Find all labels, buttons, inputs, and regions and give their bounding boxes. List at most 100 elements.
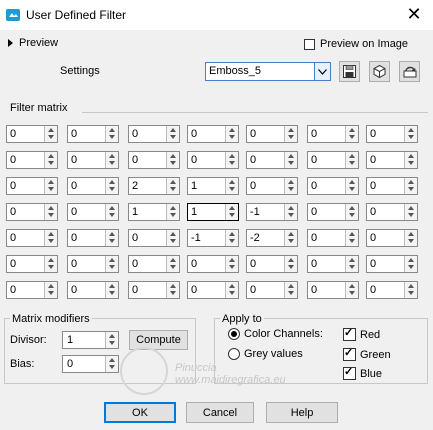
matrix-cell-spinner[interactable] [105, 256, 118, 272]
matrix-cell-r3-c7[interactable]: 0 [366, 177, 418, 195]
matrix-cell-r1-c7[interactable]: 0 [366, 125, 418, 143]
matrix-cell-r1-c1[interactable]: 0 [6, 125, 58, 143]
matrix-cell-spinner[interactable] [105, 282, 118, 298]
bias-field[interactable]: 0 [62, 355, 119, 373]
matrix-cell-spinner[interactable] [166, 126, 179, 142]
matrix-cell-r6-c3[interactable]: 0 [128, 255, 180, 273]
cancel-button[interactable]: Cancel [186, 402, 254, 423]
green-checkbox-box[interactable] [343, 346, 356, 361]
matrix-cell-r3-c6[interactable]: 0 [307, 177, 359, 195]
matrix-cell-spinner[interactable] [225, 126, 238, 142]
settings-dropdown[interactable]: Emboss_5 [205, 62, 331, 81]
matrix-cell-spinner[interactable] [44, 152, 57, 168]
matrix-cell-r3-c5[interactable]: 0 [246, 177, 298, 195]
red-checkbox-box[interactable] [343, 326, 356, 341]
divisor-spinner[interactable] [105, 332, 118, 348]
bias-spinner[interactable] [105, 356, 118, 372]
matrix-cell-r2-c4[interactable]: 0 [187, 151, 239, 169]
matrix-cell-spinner[interactable] [44, 282, 57, 298]
matrix-cell-spinner[interactable] [345, 204, 358, 220]
matrix-cell-spinner[interactable] [225, 230, 238, 246]
matrix-cell-spinner[interactable] [166, 256, 179, 272]
matrix-cell-r7-c6[interactable]: 0 [307, 281, 359, 299]
matrix-cell-r5-c5[interactable]: -2 [246, 229, 298, 247]
matrix-cell-r5-c6[interactable]: 0 [307, 229, 359, 247]
chevron-down-icon[interactable] [314, 63, 330, 80]
matrix-cell-r6-c5[interactable]: 0 [246, 255, 298, 273]
matrix-cell-spinner[interactable] [284, 152, 297, 168]
matrix-cell-r2-c5[interactable]: 0 [246, 151, 298, 169]
matrix-cell-spinner[interactable] [284, 204, 297, 220]
preview-on-image-checkbox[interactable]: Preview on Image [304, 38, 408, 50]
ok-button[interactable]: OK [104, 402, 176, 423]
matrix-cell-spinner[interactable] [404, 230, 417, 246]
matrix-cell-spinner[interactable] [345, 126, 358, 142]
matrix-cell-spinner[interactable] [284, 282, 297, 298]
matrix-cell-spinner[interactable] [225, 204, 238, 220]
help-button[interactable]: Help [266, 402, 338, 423]
matrix-cell-spinner[interactable] [105, 204, 118, 220]
color-channels-radio[interactable]: Color Channels: [228, 328, 323, 340]
matrix-cell-r4-c6[interactable]: 0 [307, 203, 359, 221]
matrix-cell-spinner[interactable] [345, 178, 358, 194]
matrix-cell-r6-c4[interactable]: 0 [187, 255, 239, 273]
matrix-cell-r6-c6[interactable]: 0 [307, 255, 359, 273]
matrix-cell-spinner[interactable] [166, 152, 179, 168]
matrix-cell-spinner[interactable] [284, 256, 297, 272]
matrix-cell-r7-c7[interactable]: 0 [366, 281, 418, 299]
matrix-cell-spinner[interactable] [44, 178, 57, 194]
matrix-cell-r3-c1[interactable]: 0 [6, 177, 58, 195]
matrix-cell-spinner[interactable] [404, 256, 417, 272]
matrix-cell-r2-c3[interactable]: 0 [128, 151, 180, 169]
matrix-cell-r4-c3[interactable]: 1 [128, 203, 180, 221]
matrix-cell-r3-c3[interactable]: 2 [128, 177, 180, 195]
matrix-cell-spinner[interactable] [345, 256, 358, 272]
matrix-cell-r2-c7[interactable]: 0 [366, 151, 418, 169]
matrix-cell-r1-c4[interactable]: 0 [187, 125, 239, 143]
matrix-cell-spinner[interactable] [404, 152, 417, 168]
matrix-cell-r4-c4[interactable]: 1 [187, 203, 239, 221]
matrix-cell-spinner[interactable] [284, 126, 297, 142]
matrix-cell-spinner[interactable] [404, 282, 417, 298]
matrix-cell-r7-c1[interactable]: 0 [6, 281, 58, 299]
matrix-cell-r4-c2[interactable]: 0 [67, 203, 119, 221]
matrix-cell-r5-c3[interactable]: 0 [128, 229, 180, 247]
matrix-cell-r7-c2[interactable]: 0 [67, 281, 119, 299]
green-checkbox[interactable]: Green [343, 346, 391, 361]
matrix-cell-spinner[interactable] [105, 126, 118, 142]
matrix-cell-spinner[interactable] [225, 256, 238, 272]
matrix-cell-spinner[interactable] [166, 230, 179, 246]
matrix-cell-r5-c4[interactable]: -1 [187, 229, 239, 247]
reset-button[interactable] [399, 61, 420, 82]
matrix-cell-spinner[interactable] [166, 204, 179, 220]
matrix-cell-spinner[interactable] [404, 126, 417, 142]
matrix-cell-spinner[interactable] [166, 178, 179, 194]
matrix-cell-spinner[interactable] [345, 152, 358, 168]
matrix-cell-spinner[interactable] [44, 204, 57, 220]
grey-values-radio[interactable]: Grey values [228, 348, 303, 360]
matrix-cell-r4-c5[interactable]: -1 [246, 203, 298, 221]
save-preset-button[interactable] [339, 61, 360, 82]
matrix-cell-r6-c2[interactable]: 0 [67, 255, 119, 273]
matrix-cell-r5-c7[interactable]: 0 [366, 229, 418, 247]
divisor-field[interactable]: 1 [62, 331, 119, 349]
red-checkbox[interactable]: Red [343, 326, 380, 341]
matrix-cell-r1-c5[interactable]: 0 [246, 125, 298, 143]
matrix-cell-r4-c1[interactable]: 0 [6, 203, 58, 221]
matrix-cell-spinner[interactable] [225, 152, 238, 168]
blue-checkbox-box[interactable] [343, 365, 356, 380]
matrix-cell-r2-c6[interactable]: 0 [307, 151, 359, 169]
color-channels-radio-button[interactable] [228, 328, 240, 340]
matrix-cell-spinner[interactable] [105, 230, 118, 246]
matrix-cell-spinner[interactable] [345, 282, 358, 298]
matrix-cell-r1-c2[interactable]: 0 [67, 125, 119, 143]
matrix-cell-r5-c1[interactable]: 0 [6, 229, 58, 247]
matrix-cell-r1-c6[interactable]: 0 [307, 125, 359, 143]
matrix-cell-r3-c4[interactable]: 1 [187, 177, 239, 195]
matrix-cell-spinner[interactable] [105, 178, 118, 194]
preview-toggle[interactable]: Preview [8, 37, 58, 49]
matrix-cell-spinner[interactable] [166, 282, 179, 298]
blue-checkbox[interactable]: Blue [343, 365, 382, 380]
matrix-cell-r2-c1[interactable]: 0 [6, 151, 58, 169]
resource-manager-button[interactable] [369, 61, 390, 82]
